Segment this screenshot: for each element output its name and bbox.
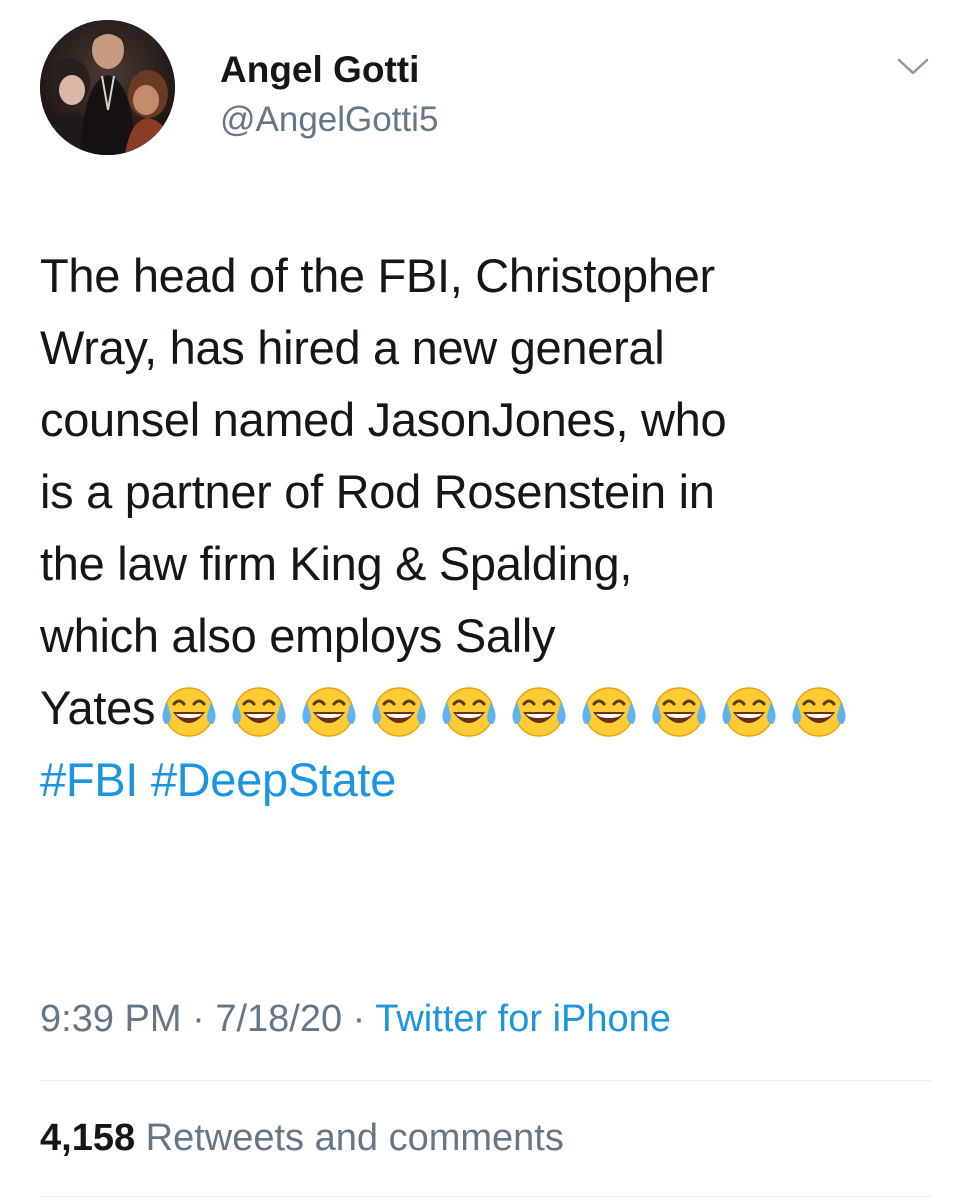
tweet-text-line: which also employs Sally bbox=[40, 609, 556, 662]
tweet-text-line: The head of the FBI, Christopher bbox=[40, 249, 715, 302]
author-names: Angel Gotti @AngelGotti5 bbox=[220, 48, 438, 142]
hashtag-link[interactable]: #DeepState bbox=[151, 753, 397, 806]
face-with-tears-of-joy-icon bbox=[369, 682, 429, 742]
face-with-tears-of-joy-icon bbox=[789, 682, 849, 742]
meta-separator: · bbox=[192, 998, 205, 1040]
face-with-tears-of-joy-icon bbox=[439, 682, 499, 742]
tweet-stats[interactable]: 4,158 Retweets and comments bbox=[40, 1114, 564, 1162]
face-with-tears-of-joy-icon bbox=[299, 682, 359, 742]
tweet-meta: 9:39 PM · 7/18/20 · Twitter for iPhone bbox=[40, 995, 671, 1043]
tweet-text-word: Yates bbox=[40, 681, 156, 734]
author-handle[interactable]: @AngelGotti5 bbox=[220, 98, 438, 142]
tweet-source-link[interactable]: Twitter for iPhone bbox=[375, 998, 671, 1040]
retweet-label: Retweets and comments bbox=[145, 1117, 564, 1159]
face-with-tears-of-joy-icon bbox=[649, 682, 709, 742]
meta-separator: · bbox=[352, 998, 366, 1040]
tweet-date[interactable]: 7/18/20 bbox=[215, 998, 342, 1040]
face-with-tears-of-joy-icon bbox=[579, 682, 639, 742]
face-with-tears-of-joy-icon bbox=[509, 682, 569, 742]
retweet-count: 4,158 bbox=[40, 1117, 136, 1159]
author-display-name[interactable]: Angel Gotti bbox=[220, 48, 438, 92]
tweet-text-line: is a partner of Rod Rosenstein in bbox=[40, 465, 715, 518]
avatar[interactable] bbox=[40, 20, 175, 155]
hashtag-link[interactable]: #FBI bbox=[40, 753, 138, 806]
tweet-time[interactable]: 9:39 PM bbox=[40, 998, 182, 1040]
tweet: Angel Gotti @AngelGotti5 The head of the… bbox=[0, 0, 971, 1200]
emoji-row bbox=[159, 682, 859, 742]
tweet-text-line-emoji: Yates bbox=[40, 672, 940, 744]
divider bbox=[40, 1196, 931, 1197]
divider bbox=[40, 1080, 931, 1081]
tweet-text-line: the law firm King & Spalding, bbox=[40, 537, 633, 590]
face-with-tears-of-joy-icon bbox=[229, 682, 289, 742]
tweet-header: Angel Gotti @AngelGotti5 bbox=[40, 20, 930, 155]
tweet-hashtags: #FBI #DeepState bbox=[40, 744, 940, 816]
tweet-text-line: counsel named JasonJones, who bbox=[40, 393, 727, 446]
face-with-tears-of-joy-icon bbox=[159, 682, 219, 742]
tweet-text-line: Wray, has hired a new general bbox=[40, 321, 665, 374]
tweet-text: The head of the FBI, Christopher Wray, h… bbox=[40, 240, 940, 816]
chevron-down-icon[interactable] bbox=[896, 56, 930, 78]
face-with-tears-of-joy-icon bbox=[719, 682, 779, 742]
